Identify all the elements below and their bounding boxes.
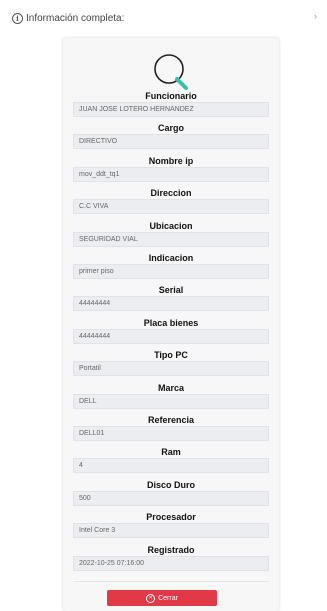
field-label: Serial bbox=[158, 285, 184, 296]
field-label: Marca bbox=[157, 382, 184, 393]
modal-header: i Información completa: › bbox=[12, 10, 317, 26]
field-funcionario: Funcionario JUAN JOSE LOTERO HERNANDEZ bbox=[73, 90, 269, 117]
field-label: Registrado bbox=[147, 544, 195, 555]
field-label: Referencia bbox=[147, 415, 195, 425]
x-circle-icon: ✕ bbox=[146, 593, 156, 603]
field-direccion: Direccion C.C VIVA bbox=[73, 187, 269, 215]
field-value: primer piso bbox=[73, 264, 269, 279]
field-disco-duro: Disco Duro 500 bbox=[73, 479, 269, 506]
field-label: Direccion bbox=[150, 188, 192, 199]
field-value: SEGURIDAD VIAL bbox=[73, 231, 269, 247]
field-nombre-ip: Nombre ip mov_ddt_tq1 bbox=[73, 155, 269, 182]
field-value: DIRECTIVO bbox=[73, 134, 269, 150]
field-value: JUAN JOSE LOTERO HERNANDEZ bbox=[73, 102, 269, 117]
field-referencia: Referencia DELL01 bbox=[73, 414, 269, 441]
search-icon bbox=[154, 54, 188, 90]
field-label: Cargo bbox=[157, 123, 184, 134]
detail-card: Funcionario JUAN JOSE LOTERO HERNANDEZ Car… bbox=[63, 38, 279, 611]
field-registrado: Registrado 2022-10-25 07:16:00 bbox=[73, 544, 269, 571]
field-cargo: Cargo DIRECTIVO bbox=[73, 122, 269, 150]
close-button[interactable]: ✕ Cerrar bbox=[107, 590, 217, 606]
field-value: mov_ddt_tq1 bbox=[73, 166, 269, 182]
field-label: Ubicacion bbox=[149, 220, 193, 231]
field-label: Placa bienes bbox=[143, 317, 199, 328]
field-label: Funcionario bbox=[145, 91, 197, 101]
field-value: 2022-10-25 07:16:00 bbox=[73, 555, 269, 571]
field-label: Procesador bbox=[146, 512, 196, 523]
field-value: 4 bbox=[73, 458, 269, 474]
close-button-label: Cerrar bbox=[158, 594, 178, 602]
info-icon: i bbox=[12, 12, 23, 24]
field-ubicacion: Ubicacion SEGURIDAD VIAL bbox=[73, 220, 269, 247]
field-ram: Ram 4 bbox=[73, 446, 269, 474]
field-label: Indicacion bbox=[148, 253, 194, 263]
field-value: 500 bbox=[73, 490, 269, 506]
field-label: Nombre ip bbox=[148, 155, 194, 166]
footer-divider bbox=[73, 581, 269, 582]
field-value: C.C VIVA bbox=[73, 199, 269, 215]
field-marca: Marca DELL bbox=[73, 382, 269, 409]
field-value: Portatil bbox=[73, 361, 269, 377]
field-procesador: Procesador Intel Core 3 bbox=[73, 511, 269, 539]
field-value: 44444444 bbox=[73, 328, 269, 344]
field-label: Disco Duro bbox=[146, 479, 195, 490]
field-label: Tipo PC bbox=[154, 350, 188, 361]
field-label: Ram bbox=[161, 447, 181, 458]
field-value: DELL01 bbox=[73, 426, 269, 441]
field-value: DELL bbox=[73, 393, 269, 409]
field-value: Intel Core 3 bbox=[73, 523, 269, 539]
field-indicacion: Indicacion primer piso bbox=[73, 252, 269, 279]
modal-title: Información completa: bbox=[26, 12, 125, 24]
field-value: 44444444 bbox=[73, 296, 269, 312]
field-tipo-pc: Tipo PC Portatil bbox=[73, 349, 269, 377]
field-serial: Serial 44444444 bbox=[73, 284, 269, 312]
header-close-icon[interactable]: › bbox=[314, 11, 317, 21]
field-placa-bienes: Placa bienes 44444444 bbox=[73, 317, 269, 344]
